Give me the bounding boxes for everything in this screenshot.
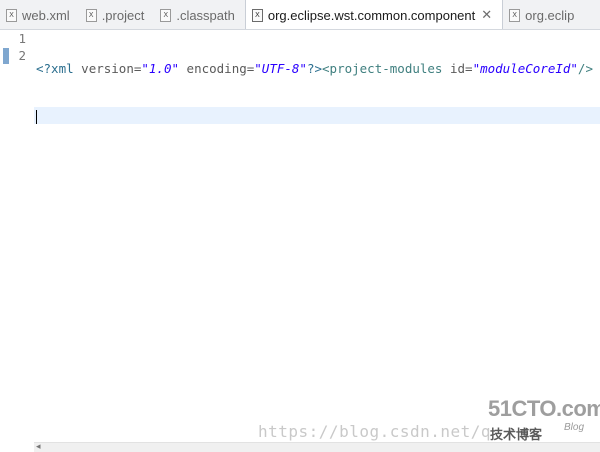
tab-label: .project [101, 7, 145, 23]
close-icon[interactable]: ✕ [481, 8, 492, 23]
value-version: "1.0" [141, 61, 180, 76]
annotation-ruler [0, 30, 10, 442]
value-encoding: "UTF-8" [254, 61, 307, 76]
line-number-gutter: 1 2 [10, 30, 34, 442]
xml-file-icon: X [251, 8, 263, 22]
attr-version: version= [73, 61, 142, 76]
scroll-left-arrow-icon[interactable]: ◂ [36, 442, 41, 452]
code-line-1[interactable]: <?xml version="1.0" encoding="UTF-8"?><p… [34, 60, 600, 77]
editor-tab-bar: X web.xml X .project X .classpath X org.… [0, 0, 600, 30]
xml-file-icon: X [6, 8, 17, 22]
xml-declaration-open: <?xml [36, 61, 74, 76]
tab-component[interactable]: X org.eclipse.wst.common.component ✕ [244, 0, 504, 29]
xml-declaration-close: ?> [306, 61, 323, 76]
horizontal-scrollbar[interactable]: ◂ [34, 442, 600, 452]
tag-project-modules: <project-modules [322, 61, 443, 76]
logo-sub-text: 技术博客 [490, 428, 543, 443]
logo-main-text: 51CTO.com [488, 396, 600, 421]
tab-label: .classpath [176, 7, 235, 23]
watermark-url: https://blog.csdn.net/q [258, 422, 492, 441]
line-number: 2 [18, 48, 26, 63]
tab-project[interactable]: X .project [80, 0, 155, 29]
tab-classpath[interactable]: X .classpath [154, 0, 245, 29]
line-number: 1 [18, 31, 26, 46]
tab-label: web.xml [22, 7, 70, 23]
watermark-logo: 51CTO.com 技术博客 Blog [488, 396, 600, 443]
tab-web-xml[interactable]: X web.xml [0, 0, 80, 29]
xml-file-icon: X [509, 8, 521, 22]
text-caret [36, 109, 37, 124]
xml-file-icon: X [160, 8, 172, 22]
attr-encoding: encoding= [179, 61, 255, 76]
xml-file-icon: X [85, 8, 97, 22]
current-line-marker [3, 48, 9, 64]
editor-window: X web.xml X .project X .classpath X org.… [0, 0, 600, 452]
attr-id: id= [442, 61, 473, 76]
editor-body[interactable]: 1 2 <?xml version="1.0" encoding="UTF-8"… [0, 30, 600, 442]
logo-blog-text: Blog [564, 422, 585, 433]
tab-org-eclip[interactable]: X org.eclip [503, 0, 584, 29]
code-line-2[interactable] [34, 107, 600, 124]
tab-label: org.eclip [525, 7, 575, 23]
code-text-area[interactable]: <?xml version="1.0" encoding="UTF-8"?><p… [34, 30, 600, 442]
tab-label: org.eclipse.wst.common.component [267, 7, 476, 23]
value-id: "moduleCoreId" [472, 61, 578, 76]
tag-self-close: /> [577, 61, 593, 76]
